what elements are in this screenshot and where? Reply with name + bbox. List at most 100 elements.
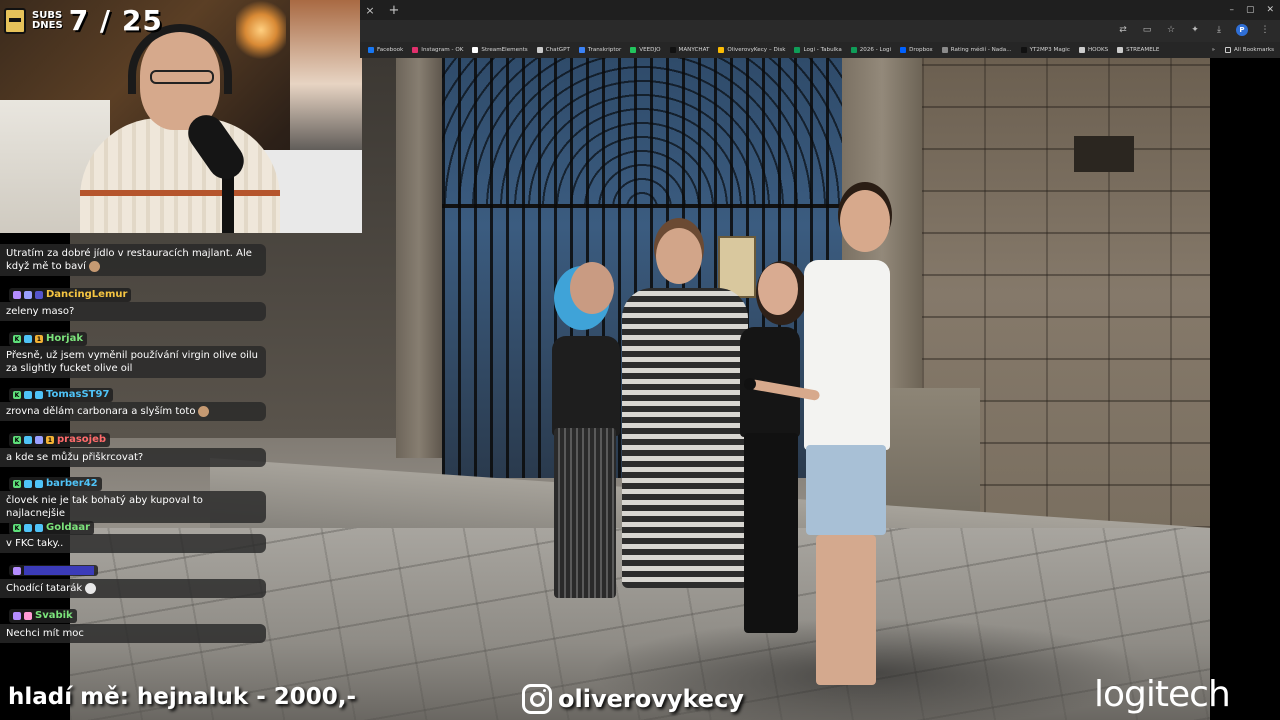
chat-message: zeleny maso?: [0, 302, 266, 321]
bookmark-favicon-icon: [1020, 47, 1027, 53]
chat-username[interactable]: TomasST97: [46, 389, 109, 401]
bookmark-item[interactable]: MANYCHAT: [669, 47, 709, 53]
bookmark-item[interactable]: ChatGPT: [536, 47, 570, 53]
logitech-logo: logitech: [1094, 674, 1231, 715]
chat-message-text: Nechci mít moc: [6, 628, 84, 639]
scene-wall-recess: [1074, 136, 1134, 172]
new-tab-button[interactable]: +: [386, 2, 402, 18]
subs-count: 7 / 25: [68, 4, 163, 37]
webcam-lamp: [236, 0, 286, 60]
bookmark-label: 2026 - Logi: [859, 47, 892, 53]
browser-toolbar: ⇄ ▭ ☆ ✦ ⤓ P ⋮: [360, 20, 1280, 42]
person-head: [840, 190, 890, 252]
chat-badge-icon: [13, 612, 21, 620]
extensions-icon[interactable]: ✦: [1188, 23, 1202, 37]
minimize-button[interactable]: –: [1229, 5, 1234, 15]
chat-badge-icon: K: [13, 436, 21, 444]
chat-username[interactable]: Svabik: [35, 610, 73, 622]
chat-badge-icon: [24, 391, 32, 399]
person-legs: [816, 535, 876, 685]
bookmark-favicon-icon: [850, 47, 857, 53]
chat-username[interactable]: prasojeb: [57, 434, 106, 446]
chat-user-row: K 1 prasojeb: [9, 433, 111, 447]
chat-badge-icon: [13, 291, 21, 299]
bookmark-item[interactable]: YT2MP3 Magic: [1020, 47, 1070, 53]
bookmark-item[interactable]: StreamElements: [472, 47, 528, 53]
chat-message: Chodící tatarák: [0, 579, 266, 598]
menu-kebab-icon[interactable]: ⋮: [1258, 23, 1272, 37]
downloads-icon[interactable]: ⤓: [1212, 23, 1226, 37]
chat-message: Utratím za dobré jídlo v restauracích ma…: [0, 244, 266, 276]
instagram-icon: [522, 684, 552, 714]
translate-icon[interactable]: ⇄: [1116, 23, 1130, 37]
chat-badge-icon: [35, 480, 43, 488]
chat-message: Přesně, už jsem vyměnil používání virgin…: [0, 346, 266, 378]
chat-user-row: [9, 565, 98, 576]
streamer-shirt: [80, 118, 280, 233]
stream-frame: SUBS DNES 7 / 25 × + – ▢ ✕ ⇄ ▭ ☆ ✦ ⤓ P ⋮…: [0, 0, 1280, 720]
person-head: [656, 228, 702, 284]
bookmark-item[interactable]: Facebook: [368, 47, 403, 53]
bookmark-item[interactable]: VEEDJO: [630, 47, 661, 53]
bookmark-label: STREAMELE: [1126, 47, 1160, 53]
bookmark-item[interactable]: Dropbox: [900, 47, 933, 53]
chat-badge-icon: [24, 524, 32, 532]
scene-left-pillar: [396, 58, 442, 458]
chat-badge-icon: [35, 391, 43, 399]
bookmarks-overflow-button[interactable]: »: [1212, 47, 1215, 53]
bookmark-label: OliverovyKecy – Disk: [727, 47, 786, 53]
chat-badge-icon: [24, 480, 32, 488]
star-icon[interactable]: ☆: [1164, 23, 1178, 37]
bookmark-favicon-icon: [718, 47, 725, 53]
folder-icon: [1225, 47, 1232, 53]
person-tshirt: [804, 260, 890, 450]
chat-username[interactable]: barber42: [46, 478, 98, 490]
bookmark-favicon-icon: [368, 47, 374, 53]
person-dress: [622, 288, 748, 588]
bookmark-favicon-icon: [794, 47, 801, 53]
toolbar-icons: ⇄ ▭ ☆ ✦ ⤓ P ⋮: [1116, 23, 1272, 37]
bookmark-item[interactable]: STREAMELE: [1117, 47, 1159, 53]
browser-tabstrip: × + – ▢ ✕: [360, 0, 1280, 20]
person-pants: [744, 433, 798, 633]
all-bookmarks-button[interactable]: All Bookmarks: [1225, 47, 1274, 53]
close-window-button[interactable]: ✕: [1266, 5, 1274, 15]
bookmark-item[interactable]: Logi - Tabulka: [794, 47, 842, 53]
bookmark-item[interactable]: 2026 - Logi: [850, 47, 892, 53]
subs-word-2: DNES: [32, 19, 63, 31]
chat-username[interactable]: [24, 566, 94, 575]
chat-message-text: Přesně, už jsem vyměnil používání virgin…: [6, 350, 258, 374]
subs-mascot-icon: [4, 7, 26, 34]
bookmark-item[interactable]: Transkriptor: [578, 47, 621, 53]
bookmark-favicon-icon: [472, 47, 479, 53]
bookmark-label: Instagram - OK: [421, 47, 464, 53]
chat-badge-icon: 1: [46, 436, 54, 444]
bookmark-item[interactable]: HOOKS: [1078, 47, 1108, 53]
chat-username[interactable]: DancingLemur: [46, 289, 127, 301]
bookmark-favicon-icon: [900, 47, 907, 53]
chat-message-text: Utratím za dobré jídlo v restauracích ma…: [6, 248, 252, 272]
bookmark-item[interactable]: OliverovyKecy – Disk: [718, 47, 785, 53]
chat-emote-icon: [198, 405, 210, 417]
tab-close-icon[interactable]: ×: [362, 2, 378, 18]
bookmark-item[interactable]: Rating médií - Nada...: [941, 47, 1012, 53]
maximize-button[interactable]: ▢: [1246, 5, 1255, 15]
bookmark-label: Logi - Tabulka: [803, 47, 842, 53]
chat-username[interactable]: Horjak: [46, 333, 83, 345]
person-torso: [552, 336, 620, 436]
bookmarks-bar: Facebook Instagram - OK StreamElements Chat…: [360, 42, 1280, 58]
bookmark-favicon-icon: [536, 47, 543, 53]
person-shorts: [806, 445, 886, 535]
chat-message-text: Chodící tatarák: [6, 583, 83, 594]
chat-message: a kde se můžu přiškrcovat?: [0, 448, 266, 467]
chat-username[interactable]: Goldaar: [46, 522, 90, 534]
bookmark-item[interactable]: Instagram - OK: [412, 47, 463, 53]
chat-user-row: K TomasST97: [9, 388, 114, 402]
profile-avatar[interactable]: P: [1236, 24, 1248, 36]
bookmark-favicon-icon: [1078, 47, 1085, 53]
webcam-overlay: SUBS DNES 7 / 25: [0, 0, 362, 233]
chat-message: človek nie je tak bohatý aby kupoval to …: [0, 491, 266, 523]
cast-icon[interactable]: ▭: [1140, 23, 1154, 37]
chat-badge-icon: [35, 524, 43, 532]
bookmark-favicon-icon: [630, 47, 637, 53]
